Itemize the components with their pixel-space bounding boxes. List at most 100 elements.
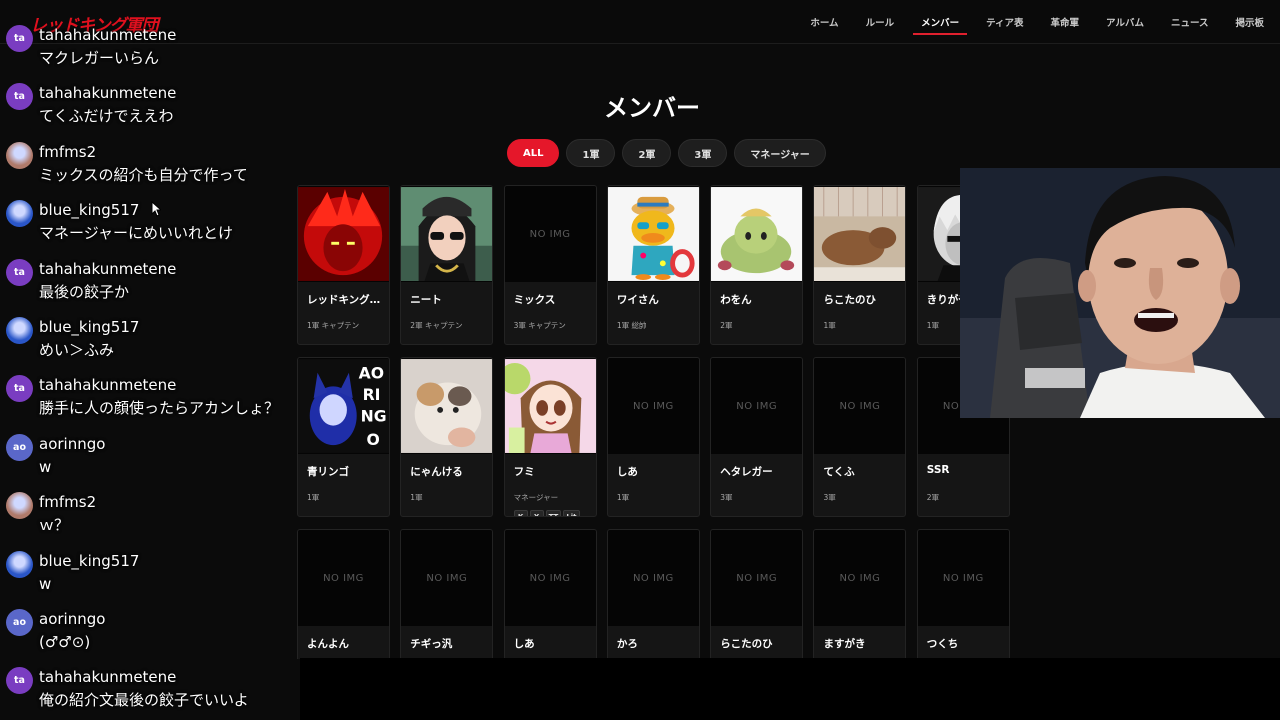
member-role: 1軍 キャプテン bbox=[307, 321, 360, 330]
member-role: 3軍 bbox=[823, 493, 836, 502]
member-name: かろ bbox=[616, 638, 638, 650]
member-card[interactable]: らこたのひ 1軍 bbox=[813, 185, 907, 345]
nav-item-2[interactable]: メンバー bbox=[913, 0, 968, 44]
chat-text: ミックスの紹介も自分で作って bbox=[39, 165, 248, 184]
member-card[interactable]: わをん 2軍 bbox=[710, 185, 804, 345]
chat-message: blue_king517 めい＞ふみ bbox=[0, 317, 300, 375]
member-name: らこたのひ bbox=[720, 638, 773, 650]
member-name: チギっ汎 bbox=[410, 638, 453, 650]
member-image-art bbox=[711, 187, 803, 281]
no-image-label: NO IMG bbox=[839, 400, 881, 412]
member-card[interactable]: ニート 2軍 キャプテン bbox=[400, 185, 494, 345]
chat-username: fmfms2 bbox=[39, 493, 97, 512]
chat-text: w bbox=[39, 574, 52, 593]
member-name: らこたのひ bbox=[823, 294, 876, 306]
member-card[interactable]: NO IMG ミックス 3軍 キャプテン bbox=[503, 185, 597, 345]
member-name: ワイさん bbox=[616, 294, 659, 306]
member-image-placeholder: NO IMG bbox=[401, 530, 493, 626]
member-card[interactable]: NO IMG ヘタレガー 3軍 bbox=[710, 357, 804, 517]
member-name: しあ bbox=[616, 466, 638, 478]
member-role: マネージャー bbox=[513, 493, 559, 502]
member-name: 青リンゴ bbox=[307, 466, 349, 478]
chat-username: blue_king517 bbox=[39, 551, 140, 570]
filter-tab-1[interactable]: 1軍 bbox=[566, 139, 616, 167]
chat-avatar bbox=[6, 550, 33, 578]
member-card[interactable]: にゃんける 1軍 bbox=[400, 357, 494, 517]
member-image-placeholder: NO IMG bbox=[917, 530, 1009, 626]
chat-message: ta tahahakunmetene てくふだけでええわ bbox=[0, 83, 300, 141]
webcam-feed bbox=[960, 168, 1280, 418]
no-image-label: NO IMG bbox=[839, 572, 881, 584]
member-card[interactable]: NO IMG しあ 1軍 bbox=[606, 357, 700, 517]
member-image-placeholder: NO IMG bbox=[504, 186, 596, 282]
filter-tab-0[interactable]: ALL bbox=[507, 139, 560, 167]
member-image-placeholder: NO IMG bbox=[298, 530, 389, 626]
member-card[interactable]: フミ マネージャー K X TT Lit bbox=[503, 357, 597, 517]
member-image-placeholder: NO IMG bbox=[711, 358, 803, 454]
member-card[interactable]: NO IMG しあ bbox=[503, 529, 597, 659]
member-role: 3軍 bbox=[720, 493, 733, 502]
member-image: AO RI NG O bbox=[298, 358, 389, 454]
member-card[interactable]: ワイさん 1軍 総帥 bbox=[606, 185, 700, 345]
member-card[interactable]: NO IMG らこたのひ bbox=[710, 529, 804, 659]
stream-bottom-bar bbox=[300, 658, 1280, 720]
sns-link-button[interactable]: Lit bbox=[563, 510, 580, 516]
nav-item-4[interactable]: 革命軍 bbox=[1043, 0, 1088, 44]
member-image bbox=[401, 186, 493, 282]
member-name: てくふ bbox=[823, 466, 855, 478]
member-image-art bbox=[298, 187, 389, 281]
member-card[interactable]: NO IMG チギっ汎 bbox=[400, 529, 494, 659]
no-image-label: NO IMG bbox=[323, 572, 364, 584]
chat-username: tahahakunmetene bbox=[39, 668, 177, 687]
member-card[interactable]: NO IMG つくち bbox=[916, 529, 1010, 659]
nav-item-6[interactable]: ニュース bbox=[1163, 0, 1217, 44]
svg-text:NG: NG bbox=[361, 407, 387, 426]
chat-avatar: ta bbox=[6, 667, 33, 695]
chat-username: fmfms2 bbox=[39, 142, 97, 161]
filter-tab-3[interactable]: 3軍 bbox=[678, 139, 728, 167]
nav-item-1[interactable]: ルール bbox=[858, 0, 903, 44]
member-image bbox=[298, 186, 389, 282]
nav-item-7[interactable]: 掲示板 bbox=[1227, 0, 1272, 44]
sns-link-button[interactable]: X bbox=[529, 510, 544, 516]
nav-item-5[interactable]: アルバム bbox=[1098, 0, 1152, 44]
mouse-cursor-icon bbox=[151, 201, 161, 217]
member-name: しあ bbox=[513, 638, 535, 650]
filter-tab-4[interactable]: マネージャー bbox=[734, 139, 826, 167]
svg-text:AO: AO bbox=[359, 364, 384, 383]
chat-text: マクレガーいらん bbox=[39, 49, 160, 67]
chat-text: マネージャーにめいいれとけ bbox=[39, 224, 233, 243]
member-card[interactable]: NO IMG かろ bbox=[606, 529, 700, 659]
member-image-art bbox=[401, 359, 493, 453]
member-card[interactable]: AO RI NG O 青リンゴ 1軍 bbox=[297, 357, 390, 517]
filter-tab-2[interactable]: 2軍 bbox=[622, 139, 672, 167]
nav-item-0[interactable]: ホーム bbox=[802, 0, 846, 44]
member-name: レッドキング… bbox=[307, 294, 381, 306]
member-card[interactable]: NO IMG てくふ 3軍 bbox=[813, 357, 907, 517]
member-card[interactable]: NO IMG よんよん bbox=[297, 529, 390, 659]
chat-username: aorinngo bbox=[39, 610, 106, 628]
no-image-label: NO IMG bbox=[529, 228, 571, 240]
sns-link-button[interactable]: TT bbox=[545, 510, 562, 516]
member-image bbox=[401, 358, 493, 454]
sns-link-button[interactable]: K bbox=[513, 510, 528, 516]
chat-text: 最後の餃子か bbox=[39, 282, 130, 301]
chat-text: めい＞ふみ bbox=[39, 341, 115, 359]
chat-text: w bbox=[39, 457, 52, 476]
member-card[interactable]: NO IMG ますがき bbox=[813, 529, 907, 659]
chat-avatar: ao bbox=[6, 433, 33, 461]
chat-message: ta tahahakunmetene 俺の紹介文最後の餃子でいいよ bbox=[0, 667, 300, 720]
chat-username: tahahakunmetene bbox=[39, 26, 177, 44]
chat-avatar: ta bbox=[6, 375, 33, 403]
member-role: 1軍 bbox=[616, 493, 630, 502]
member-card[interactable]: レッドキング… 1軍 キャプテン bbox=[297, 185, 390, 345]
member-grid: レッドキング… 1軍 キャプテン ニート 2軍 キャプテン NO IMG ミックス 3軍 キ… bbox=[297, 185, 1010, 659]
no-image-label: NO IMG bbox=[632, 400, 674, 412]
member-image-art: AO RI NG O bbox=[298, 359, 389, 453]
member-image-art bbox=[814, 187, 906, 281]
member-role: 1軍 bbox=[307, 493, 320, 502]
chat-avatar: ta bbox=[6, 25, 33, 52]
nav-item-3[interactable]: ティア表 bbox=[978, 0, 1031, 44]
chat-message: fmfms2 ミックスの紹介も自分で作って bbox=[0, 141, 300, 200]
member-name: にゃんける bbox=[410, 466, 463, 478]
